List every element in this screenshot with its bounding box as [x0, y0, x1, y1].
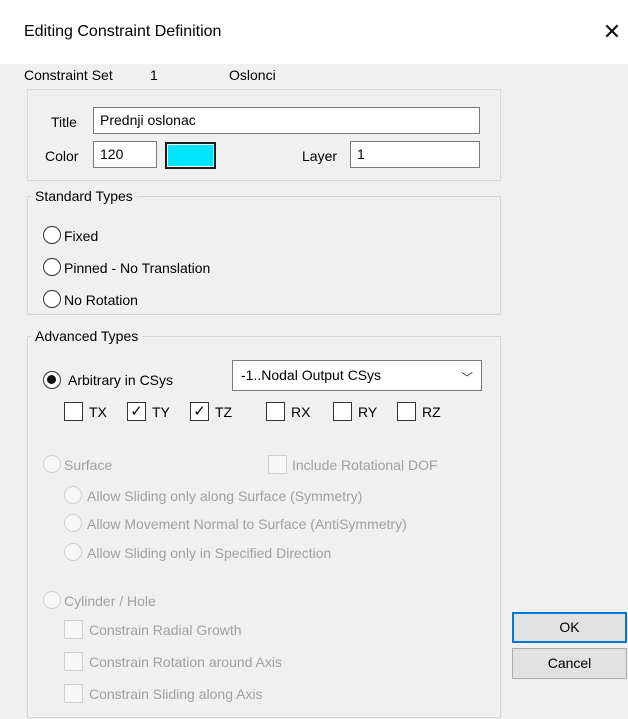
sliding-axis-label[interactable]: Constrain Sliding along Axis: [89, 686, 263, 702]
cylinder-radio[interactable]: [43, 591, 61, 609]
standard-types-legend: Standard Types: [31, 188, 137, 204]
radial-growth-label[interactable]: Constrain Radial Growth: [89, 622, 242, 638]
color-label: Color: [45, 148, 79, 164]
csys-select[interactable]: -1..Nodal Output CSys ﹀: [232, 360, 482, 391]
color-swatch-button[interactable]: [165, 142, 216, 169]
surface-symmetry-radio[interactable]: [64, 486, 82, 504]
include-rotational-checkbox[interactable]: [268, 455, 287, 474]
ry-label[interactable]: RY: [358, 404, 377, 420]
csys-select-value: -1..Nodal Output CSys: [241, 367, 382, 383]
no-rotation-label[interactable]: No Rotation: [64, 292, 138, 308]
ty-label[interactable]: TY: [152, 404, 170, 420]
ty-checkbox[interactable]: ✓: [127, 402, 146, 421]
cylinder-label[interactable]: Cylinder / Hole: [64, 593, 156, 609]
radial-growth-checkbox[interactable]: [64, 620, 83, 639]
title-input[interactable]: Prednji oslonac: [93, 107, 480, 134]
color-input[interactable]: 120: [93, 141, 157, 168]
constraint-set-label: Constraint Set: [24, 67, 113, 83]
pinned-label[interactable]: Pinned - No Translation: [64, 260, 210, 276]
pinned-radio[interactable]: [43, 258, 61, 276]
surface-antisymmetry-radio[interactable]: [64, 514, 82, 532]
surface-label[interactable]: Surface: [64, 457, 112, 473]
layer-input[interactable]: 1: [350, 141, 480, 168]
fixed-radio[interactable]: [43, 226, 61, 244]
surface-antisymmetry-label[interactable]: Allow Movement Normal to Surface (AntiSy…: [87, 516, 407, 532]
layer-label: Layer: [302, 148, 338, 164]
close-icon[interactable]: ✕: [596, 16, 628, 50]
surface-direction-label[interactable]: Allow Sliding only in Specified Directio…: [87, 545, 331, 561]
title-label: Title: [51, 114, 77, 130]
surface-radio[interactable]: [43, 455, 61, 473]
rx-checkbox[interactable]: [266, 402, 285, 421]
arbitrary-csys-label[interactable]: Arbitrary in CSys: [68, 372, 173, 388]
cancel-button[interactable]: Cancel: [512, 648, 627, 679]
rotation-axis-checkbox[interactable]: [64, 652, 83, 671]
tz-label[interactable]: TZ: [215, 404, 232, 420]
arbitrary-csys-radio[interactable]: [43, 371, 61, 389]
tx-checkbox[interactable]: [64, 402, 83, 421]
advanced-types-legend: Advanced Types: [31, 328, 143, 344]
fixed-label[interactable]: Fixed: [64, 228, 98, 244]
rx-label[interactable]: RX: [291, 404, 310, 420]
chevron-down-icon: ﹀: [460, 371, 473, 385]
constraint-set-name: Oslonci: [229, 67, 276, 83]
rotation-axis-label[interactable]: Constrain Rotation around Axis: [89, 654, 282, 670]
rz-checkbox[interactable]: [397, 402, 416, 421]
include-rotational-label[interactable]: Include Rotational DOF: [292, 457, 438, 473]
surface-symmetry-label[interactable]: Allow Sliding only along Surface (Symmet…: [87, 488, 362, 504]
tz-checkbox[interactable]: ✓: [190, 402, 209, 421]
no-rotation-radio[interactable]: [43, 290, 61, 308]
dialog-title: Editing Constraint Definition: [24, 23, 222, 40]
ok-button[interactable]: OK: [512, 612, 627, 643]
sliding-axis-checkbox[interactable]: [64, 684, 83, 703]
rz-label[interactable]: RZ: [422, 404, 441, 420]
ry-checkbox[interactable]: [333, 402, 352, 421]
surface-direction-radio[interactable]: [64, 543, 82, 561]
tx-label[interactable]: TX: [89, 404, 107, 420]
constraint-set-number: 1: [150, 67, 158, 83]
